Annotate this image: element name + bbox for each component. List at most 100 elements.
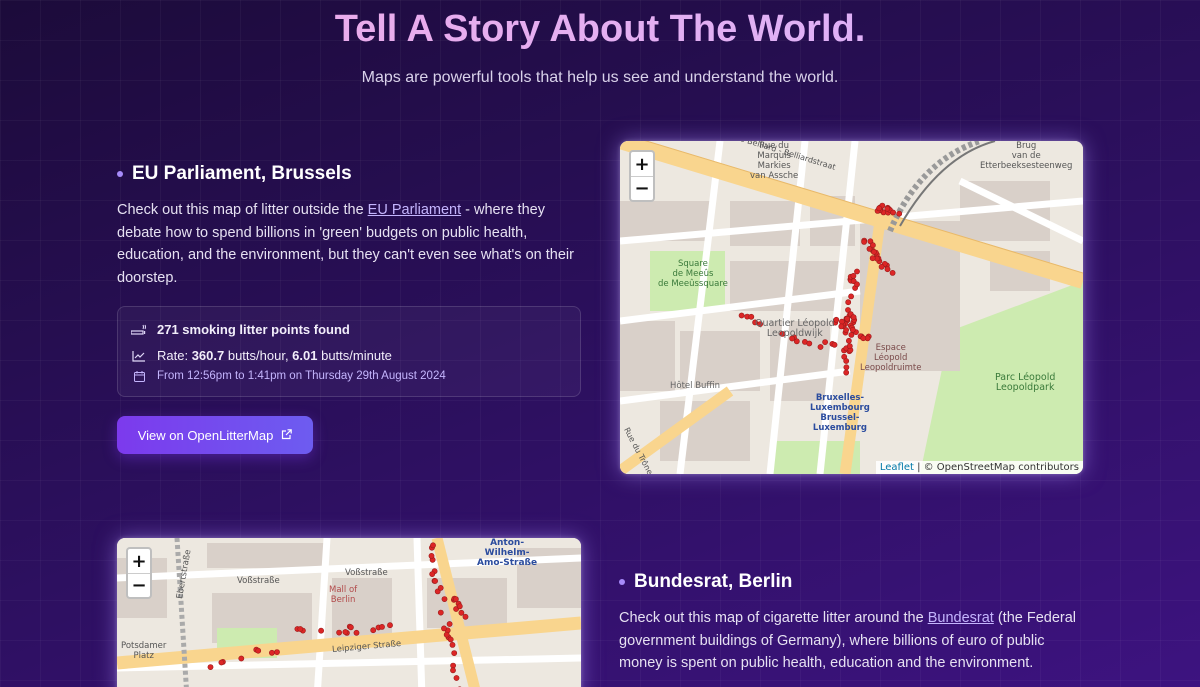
litter-point[interactable] xyxy=(370,627,377,634)
litter-point[interactable] xyxy=(806,340,813,347)
zoom-out-button[interactable]: − xyxy=(631,176,653,200)
section-paragraph-berlin: Check out this map of cigarette litter a… xyxy=(619,610,1077,671)
litter-point[interactable] xyxy=(844,315,851,322)
chart-line-icon xyxy=(131,350,147,362)
litter-point[interactable] xyxy=(430,542,436,549)
litter-point[interactable] xyxy=(848,331,855,338)
litter-point[interactable] xyxy=(336,629,342,636)
litter-point[interactable] xyxy=(255,647,262,654)
section-paragraph-brussels: Check out this map of litter outside the… xyxy=(117,202,574,286)
bundesrat-link[interactable]: Bundesrat xyxy=(928,610,994,626)
label-parc-leopold: Parc Léopold Leopoldpark xyxy=(995,372,1056,393)
litter-point[interactable] xyxy=(428,552,435,559)
litter-point[interactable] xyxy=(450,667,456,674)
eu-parliament-link[interactable]: EU Parliament xyxy=(368,202,461,218)
litter-point[interactable] xyxy=(432,578,438,584)
litter-point[interactable] xyxy=(738,312,745,319)
litter-point[interactable] xyxy=(437,585,444,591)
litter-point[interactable] xyxy=(429,571,436,577)
zoom-out-button[interactable]: − xyxy=(128,573,150,597)
litter-point[interactable] xyxy=(451,650,458,656)
litter-point[interactable] xyxy=(869,255,876,262)
map-attribution: Leaflet | © OpenStreetMap contributors xyxy=(875,461,1083,474)
litter-point[interactable] xyxy=(318,627,324,634)
litter-point[interactable] xyxy=(849,326,856,333)
litter-point[interactable] xyxy=(447,636,454,643)
litter-point[interactable] xyxy=(274,649,280,655)
litter-point[interactable] xyxy=(850,314,857,321)
litter-point[interactable] xyxy=(268,649,275,656)
litter-point[interactable] xyxy=(218,659,225,666)
label-mall: Mall of Berlin xyxy=(329,585,358,605)
litter-point[interactable] xyxy=(845,299,852,306)
view-on-openlittermap-button[interactable]: View on OpenLitterMap xyxy=(117,416,313,454)
litter-point[interactable] xyxy=(861,239,867,245)
litter-point[interactable] xyxy=(846,343,853,349)
litter-point[interactable] xyxy=(843,358,850,364)
label-quartier-leopold: Quartier Léopold Leopoldwijk xyxy=(755,318,835,339)
label-voss: Voßstraße xyxy=(237,576,280,586)
litter-point[interactable] xyxy=(850,272,857,279)
litter-point[interactable] xyxy=(845,337,852,344)
litter-point[interactable] xyxy=(452,596,459,602)
berlin-map[interactable]: Anton- Wilhelm- Amo-Straße Voßstraße Voß… xyxy=(117,538,581,687)
litter-point[interactable] xyxy=(876,205,882,212)
label-anton: Anton- Wilhelm- Amo-Straße xyxy=(477,538,538,568)
litter-point[interactable] xyxy=(458,609,465,616)
litter-point[interactable] xyxy=(831,341,838,348)
zoom-in-button[interactable]: + xyxy=(128,549,150,573)
section-title-brussels: EU Parliament, Brussels xyxy=(117,163,352,185)
litter-point[interactable] xyxy=(342,629,349,635)
litter-point[interactable] xyxy=(207,664,214,671)
stat-points: 271 smoking litter points found xyxy=(131,322,350,337)
label-brug: Brug van de Etterbeeksesteenweg xyxy=(980,141,1073,171)
stat-rate: Rate: 360.7 butts/hour, 6.01 butts/minut… xyxy=(131,348,392,363)
litter-point[interactable] xyxy=(896,210,903,217)
litter-point[interactable] xyxy=(297,626,304,632)
bullet-icon xyxy=(619,579,625,585)
litter-point[interactable] xyxy=(884,266,891,273)
litter-point[interactable] xyxy=(462,613,469,620)
litter-point[interactable] xyxy=(817,344,824,350)
litter-point[interactable] xyxy=(884,205,891,212)
brussels-map[interactable]: Rue Belliard - Belliardstraat Rue du Mar… xyxy=(620,141,1083,474)
litter-point[interactable] xyxy=(353,629,360,636)
litter-point[interactable] xyxy=(387,622,393,629)
litter-point[interactable] xyxy=(441,625,447,632)
litter-point[interactable] xyxy=(456,603,463,610)
label-hotel-buffin: Hôtel Buffin xyxy=(670,381,721,391)
litter-point[interactable] xyxy=(838,318,845,325)
litter-point[interactable] xyxy=(379,624,385,630)
berlin-zoom-control: + − xyxy=(126,547,152,599)
brussels-zoom-control: + − xyxy=(629,150,655,202)
litter-point[interactable] xyxy=(838,323,845,330)
bullet-icon xyxy=(117,171,123,177)
litter-point[interactable] xyxy=(748,313,755,320)
litter-point[interactable] xyxy=(441,596,448,602)
litter-point[interactable] xyxy=(822,339,828,345)
litter-point[interactable] xyxy=(446,621,453,627)
hero-title: Tell A Story About The World. xyxy=(0,8,1200,51)
litter-point[interactable] xyxy=(890,209,896,216)
litter-point[interactable] xyxy=(449,642,456,648)
litter-point[interactable] xyxy=(854,281,860,288)
litter-point[interactable] xyxy=(843,364,850,371)
litter-point[interactable] xyxy=(843,369,850,376)
litter-point[interactable] xyxy=(866,246,873,252)
section-title-berlin: Bundesrat, Berlin xyxy=(619,571,792,593)
litter-point[interactable] xyxy=(854,268,860,275)
leaflet-link[interactable]: Leaflet xyxy=(880,462,914,473)
zoom-in-button[interactable]: + xyxy=(631,152,653,176)
litter-point[interactable] xyxy=(238,655,245,662)
litter-point[interactable] xyxy=(878,263,885,270)
litter-point[interactable] xyxy=(453,675,460,681)
litter-point[interactable] xyxy=(889,269,896,276)
label-bruxelles-lux: Bruxelles- Luxembourg Brussel- Luxemburg xyxy=(810,393,870,433)
litter-point[interactable] xyxy=(347,624,354,631)
litter-stats-card: 271 smoking litter points found Rate: 36… xyxy=(117,306,581,397)
litter-point[interactable] xyxy=(437,609,444,616)
litter-point[interactable] xyxy=(443,631,450,638)
litter-point[interactable] xyxy=(848,293,854,300)
label-voss2: Voßstraße xyxy=(345,568,388,578)
litter-point[interactable] xyxy=(860,335,867,342)
